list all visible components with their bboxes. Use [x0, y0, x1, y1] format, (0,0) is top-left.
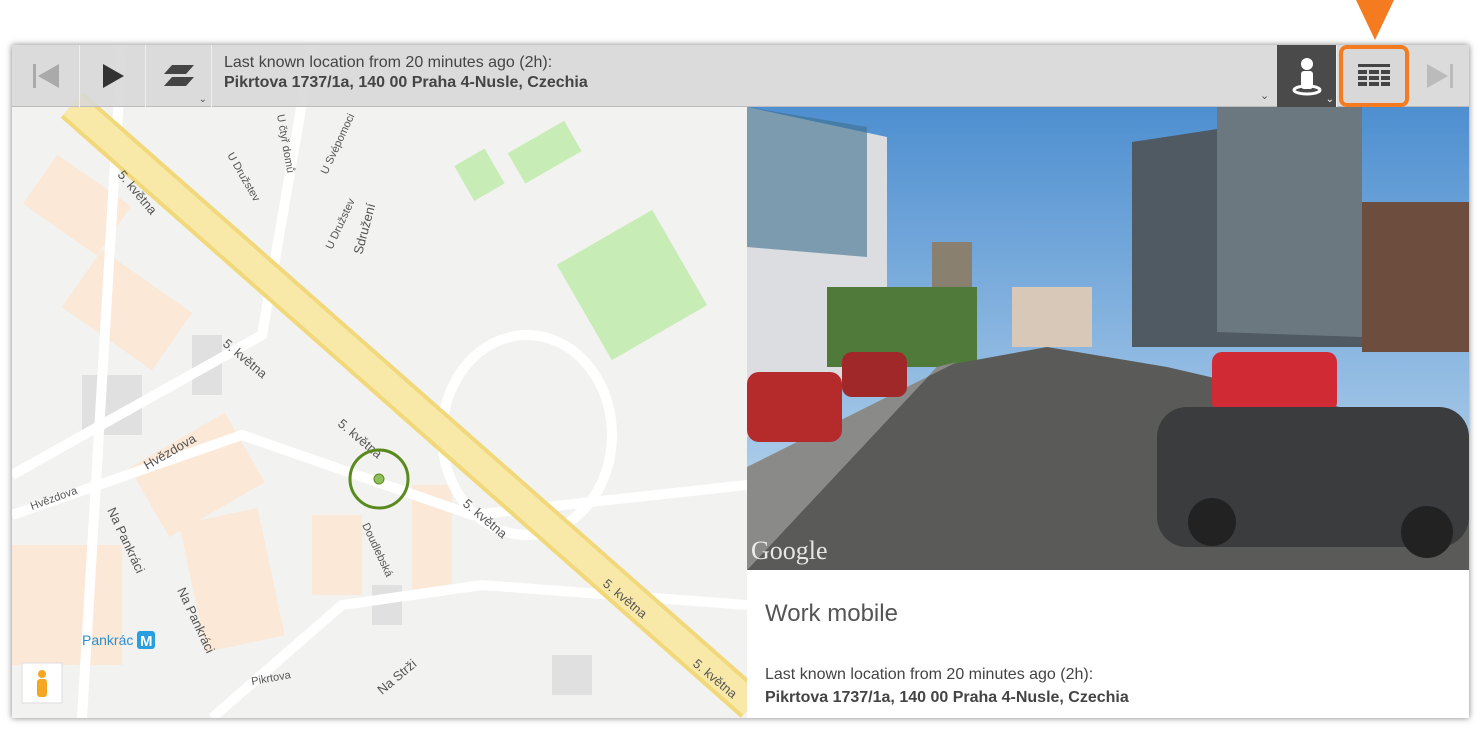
street-view-button[interactable]: ⌄	[1277, 45, 1337, 107]
info-status: Last known location from 20 minutes ago …	[765, 666, 1094, 683]
layers-icon	[163, 65, 194, 86]
chevron-down-icon[interactable]: ⌄	[1260, 89, 1269, 102]
status-line1: Last known location from 20 minutes ago …	[224, 54, 553, 71]
street-view-photo[interactable]: Google	[747, 107, 1469, 570]
highlight-arrow	[1356, 0, 1394, 40]
skip-forward-icon	[1427, 64, 1453, 88]
map[interactable]: 5. května 5. května 5. května 5. května …	[12, 45, 747, 718]
info-address: Pikrtova 1737/1a, 140 00 Praha 4-Nusle, …	[765, 689, 1129, 706]
toolbar: ⌄ Last known location from 20 minutes ag…	[12, 45, 1469, 107]
station-label: Pankrác	[82, 632, 133, 648]
tracker-frame: 5. května 5. května 5. května 5. května …	[12, 45, 1469, 718]
location-marker[interactable]	[373, 473, 385, 485]
street-view-person-icon	[1292, 58, 1321, 96]
play-icon	[102, 64, 124, 88]
skip-forward-button[interactable]	[1411, 45, 1469, 107]
status-text: Last known location from 20 minutes ago …	[224, 53, 588, 93]
pegman-button[interactable]	[21, 662, 63, 704]
chevron-down-icon: ⌄	[198, 94, 207, 105]
table-view-button[interactable]	[1339, 45, 1409, 107]
table-grid-icon	[1358, 64, 1390, 86]
status-address: Pikrtova 1737/1a, 140 00 Praha 4-Nusle, …	[224, 74, 588, 91]
skip-back-button[interactable]	[12, 45, 80, 107]
metro-badge: M	[140, 633, 153, 650]
google-watermark: Google	[751, 536, 828, 565]
skip-back-icon	[32, 64, 59, 88]
play-button[interactable]	[80, 45, 146, 107]
chevron-down-icon: ⌄	[1325, 94, 1334, 105]
device-name: Work mobile	[765, 600, 898, 627]
layers-button[interactable]: ⌄	[146, 45, 212, 107]
info-panel: Work mobile Last known location from 20 …	[747, 570, 1469, 718]
